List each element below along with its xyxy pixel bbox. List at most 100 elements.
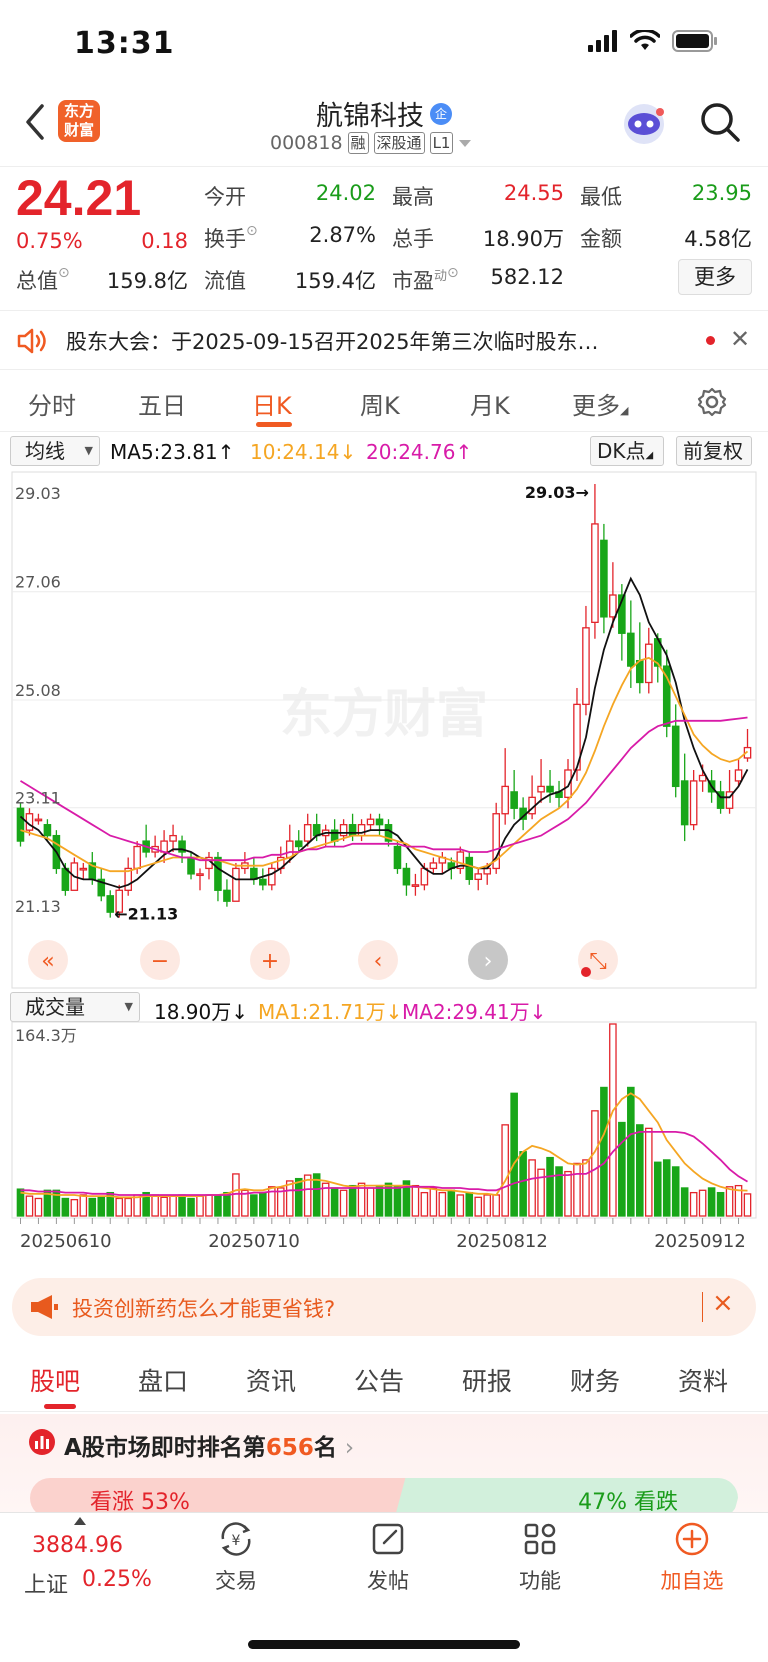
tab-five-day[interactable]: 五日 bbox=[138, 386, 186, 421]
index-name: 上证 bbox=[24, 1573, 69, 1598]
candle bbox=[223, 889, 231, 902]
min-price-label: ←21.13 bbox=[114, 905, 178, 924]
level-tag: L1 bbox=[429, 132, 454, 154]
tab-financials[interactable]: 财务 bbox=[570, 1362, 620, 1398]
candle bbox=[133, 845, 141, 870]
stock-code: 000818 bbox=[270, 132, 343, 154]
unread-dot bbox=[706, 336, 715, 345]
promo-close-icon[interactable]: × bbox=[712, 1288, 734, 1318]
volume-bar bbox=[61, 1197, 70, 1217]
index-value: 3884.96 bbox=[32, 1533, 123, 1558]
tab-order-book[interactable]: 盘口 bbox=[138, 1362, 188, 1398]
volume-bar bbox=[474, 1196, 483, 1217]
info-icon[interactable]: ⊙ bbox=[58, 265, 70, 281]
volume-bar bbox=[447, 1189, 456, 1217]
tab-profile[interactable]: 资料 bbox=[678, 1362, 728, 1398]
add-circle-icon bbox=[675, 1522, 709, 1556]
candle bbox=[609, 594, 617, 618]
y-tick-label: 27.06 bbox=[15, 573, 61, 592]
candle bbox=[546, 785, 554, 793]
volume-indicator-select[interactable]: 成交量 ▼ bbox=[10, 992, 140, 1022]
field-value-high: 24.55 bbox=[503, 181, 564, 205]
candle bbox=[106, 895, 115, 913]
tab-monthly-k[interactable]: 月K bbox=[470, 386, 510, 421]
promo-banner[interactable]: 投资创新药怎么才能更省钱? × bbox=[12, 1278, 756, 1336]
volume-bar bbox=[716, 1191, 725, 1217]
stock-nav-bar: 东方 财富 航锦科技 企 000818 融 深股通 L1 bbox=[0, 88, 768, 166]
chart-watermark: 东方财富 bbox=[280, 685, 488, 745]
notice-close-icon[interactable]: ✕ bbox=[730, 325, 750, 353]
svg-text:¥: ¥ bbox=[232, 1533, 241, 1549]
volume-bar bbox=[501, 1124, 509, 1217]
adjust-button[interactable]: 前复权 bbox=[676, 436, 752, 466]
volume-bar bbox=[456, 1194, 465, 1217]
market-ranking-card[interactable]: A股市场即时排名第656名 › 看涨 53% 47% 看跌 bbox=[0, 1414, 768, 1518]
tab-weekly-k[interactable]: 周K bbox=[360, 386, 400, 421]
candlestick-chart[interactable]: 东方财富 29.03 27.06 25.08 23.11 21.13 29.03→ ←21.… bbox=[0, 470, 768, 990]
info-icon[interactable]: ⊙ bbox=[447, 265, 459, 281]
max-price-label: 29.03→ bbox=[525, 483, 589, 502]
candle bbox=[734, 769, 743, 782]
info-icon[interactable]: ⊙ bbox=[246, 223, 258, 239]
nav-add-watchlist[interactable]: 加自选 bbox=[642, 1521, 742, 1595]
volume-bar bbox=[250, 1194, 258, 1217]
field-label-market-cap: 总值⊙ bbox=[16, 265, 70, 293]
volume-bar bbox=[689, 1191, 698, 1217]
x-axis-date-label: 20250710 bbox=[208, 1231, 300, 1252]
tab-forum[interactable]: 股吧 bbox=[30, 1362, 80, 1398]
ai-assistant-icon[interactable] bbox=[620, 100, 668, 148]
candle bbox=[34, 818, 43, 822]
candle bbox=[366, 818, 375, 826]
previous-icon-glyph: ‹ bbox=[374, 949, 383, 974]
tab-research[interactable]: 研报 bbox=[462, 1362, 512, 1398]
search-icon[interactable] bbox=[698, 100, 742, 144]
candle bbox=[510, 791, 518, 809]
more-button[interactable]: 更多 bbox=[678, 259, 752, 295]
nav-trade-label: 交易 bbox=[215, 1569, 257, 1593]
period-tabs: 分时 五日 日K 周K 月K 更多◢ bbox=[0, 372, 768, 432]
notice-bar[interactable]: 股东大会：于2025-09-15召开2025年第三次临时股东… ✕ bbox=[0, 310, 768, 370]
expand-triangle-icon[interactable] bbox=[458, 138, 472, 148]
candle bbox=[196, 873, 204, 877]
volume-bar bbox=[169, 1195, 177, 1217]
field-label-volume: 总手 bbox=[392, 227, 434, 251]
nav-post[interactable]: 发帖 bbox=[338, 1521, 438, 1595]
dk-point-button[interactable]: DK点◢ bbox=[590, 436, 664, 466]
field-label-open: 今开 bbox=[204, 185, 246, 209]
trade-yen-icon: ¥ bbox=[221, 1522, 251, 1556]
volume-bar bbox=[743, 1193, 752, 1217]
volume-bar bbox=[438, 1191, 447, 1217]
volume-bar bbox=[582, 1159, 590, 1217]
field-value-float-cap: 159.4亿 bbox=[294, 269, 376, 293]
nav-functions[interactable]: 功能 bbox=[490, 1521, 590, 1595]
volume-bar bbox=[429, 1187, 438, 1217]
volume-chart[interactable]: 164.3万 20250610 20250710 20250812 20250912 bbox=[0, 1020, 768, 1260]
tab-news[interactable]: 资讯 bbox=[246, 1362, 296, 1398]
enterprise-badge: 企 bbox=[430, 102, 452, 125]
candle bbox=[465, 856, 474, 881]
field-value-turnover: 2.87% bbox=[309, 223, 376, 247]
candle bbox=[61, 867, 70, 891]
zoom-out-icon-glyph: − bbox=[151, 949, 169, 974]
y-tick-label: 21.13 bbox=[15, 897, 61, 916]
tab-intraday[interactable]: 分时 bbox=[28, 386, 76, 421]
settings-gear-icon[interactable] bbox=[696, 386, 728, 418]
nav-trade[interactable]: ¥ 交易 bbox=[186, 1521, 286, 1595]
x-axis-date-label: 20250912 bbox=[654, 1231, 746, 1252]
volume-bar bbox=[294, 1177, 303, 1217]
field-value-open: 24.02 bbox=[315, 181, 376, 205]
candle bbox=[627, 632, 635, 667]
tab-daily-k[interactable]: 日K bbox=[252, 386, 292, 421]
candle bbox=[474, 873, 483, 881]
volume-bar bbox=[366, 1187, 375, 1217]
volume-bar bbox=[151, 1194, 159, 1217]
tab-more[interactable]: 更多◢ bbox=[572, 386, 628, 421]
volume-bar bbox=[124, 1197, 132, 1217]
volume-bar bbox=[223, 1191, 231, 1217]
battery-icon bbox=[672, 30, 717, 52]
wifi-icon bbox=[630, 30, 660, 50]
volume-bar bbox=[88, 1197, 97, 1217]
candle bbox=[294, 840, 303, 848]
indicator-select[interactable]: 均线 ▼ bbox=[10, 436, 100, 466]
tab-announcements[interactable]: 公告 bbox=[354, 1362, 404, 1398]
